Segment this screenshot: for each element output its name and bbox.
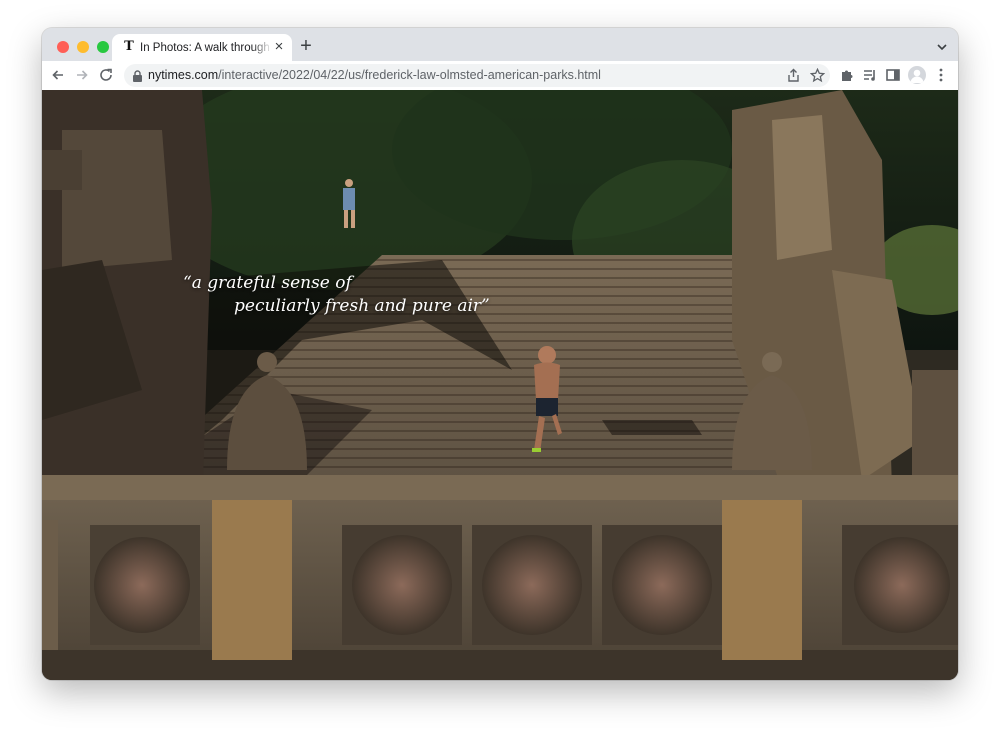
- kebab-menu-icon[interactable]: [933, 67, 949, 83]
- active-tab[interactable]: T In Photos: A walk through Frederick La…: [112, 34, 292, 61]
- lock-icon[interactable]: [132, 70, 143, 82]
- reading-list-icon[interactable]: [862, 67, 878, 83]
- side-panel-icon[interactable]: [885, 67, 901, 83]
- tab-strip: T In Photos: A walk through Frederick La…: [42, 28, 958, 61]
- star-icon[interactable]: [810, 68, 825, 83]
- tab-title: In Photos: A walk through Frederick Law …: [140, 42, 270, 54]
- address-bar[interactable]: nytimes.com/interactive/2022/04/22/us/fr…: [124, 64, 830, 87]
- new-tab-icon[interactable]: +: [297, 36, 315, 56]
- hero-photo: [42, 90, 958, 680]
- url-host: nytimes.com: [148, 68, 219, 82]
- toolbar: nytimes.com/interactive/2022/04/22/us/fr…: [42, 61, 958, 91]
- share-icon[interactable]: [786, 68, 801, 83]
- nyt-favicon-icon: T: [124, 39, 134, 54]
- close-tab-icon[interactable]: ×: [272, 39, 286, 54]
- tab-title-fade: [252, 38, 272, 56]
- zoom-window-button[interactable]: [97, 41, 109, 53]
- close-window-button[interactable]: [57, 41, 69, 53]
- reload-icon[interactable]: [98, 67, 114, 83]
- browser-window: T In Photos: A walk through Frederick La…: [42, 28, 958, 680]
- chevron-down-icon[interactable]: [934, 40, 950, 54]
- puzzle-icon[interactable]: [839, 67, 855, 83]
- arrow-left-icon[interactable]: [50, 67, 66, 83]
- arrow-right-icon[interactable]: [74, 67, 90, 83]
- url-path: /interactive/2022/04/22/us/frederick-law…: [218, 68, 601, 82]
- minimize-window-button[interactable]: [77, 41, 89, 53]
- avatar-icon[interactable]: [908, 66, 926, 84]
- page-content: “a grateful sense of peculiarly fresh an…: [42, 90, 958, 680]
- url-text[interactable]: nytimes.com/interactive/2022/04/22/us/fr…: [148, 68, 601, 83]
